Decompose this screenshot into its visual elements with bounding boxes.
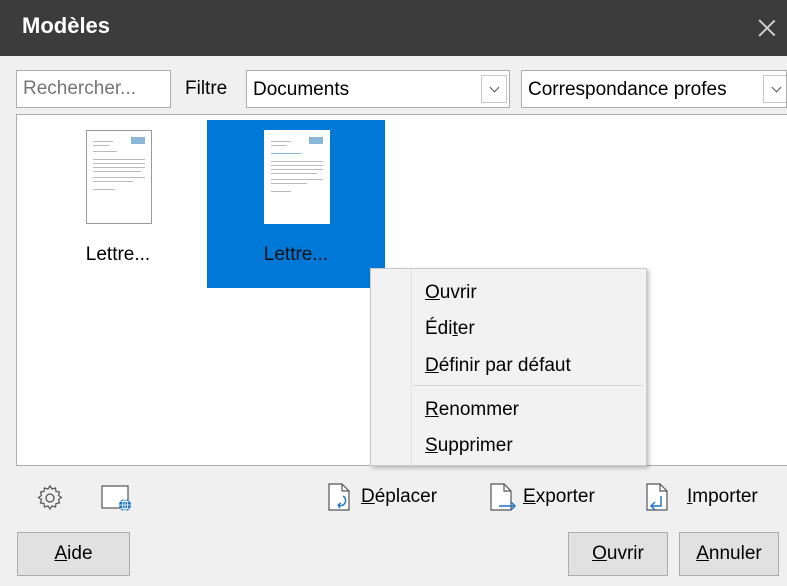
template-item[interactable]: Lettre...	[29, 120, 207, 288]
filter-label: Filtre	[185, 78, 228, 99]
title-bar: Modèles	[0, 0, 787, 56]
chevron-down-icon[interactable]	[763, 75, 786, 103]
template-label: Lettre...	[85, 244, 151, 265]
search-input[interactable]	[16, 70, 171, 108]
export-label: Exporter	[523, 486, 595, 507]
move-button[interactable]: Déplacer	[327, 482, 467, 514]
template-item-selected[interactable]: Lettre...	[207, 120, 385, 288]
close-icon[interactable]	[754, 15, 780, 41]
help-button[interactable]: Aide	[17, 532, 130, 576]
window-title: Modèles	[22, 13, 111, 38]
export-icon	[490, 483, 516, 511]
import-icon	[646, 483, 668, 511]
filter-dropdown[interactable]: Documents	[246, 70, 510, 108]
web-document-icon[interactable]	[101, 484, 133, 512]
menu-separator	[414, 385, 643, 386]
move-label: Déplacer	[361, 486, 438, 507]
move-document-icon	[328, 483, 350, 511]
cancel-button[interactable]: Annuler	[679, 532, 779, 576]
category-dropdown[interactable]: Correspondance profes	[521, 70, 787, 108]
menu-item-delete[interactable]: Supprimer	[425, 435, 513, 457]
import-label: Importer	[687, 486, 758, 507]
chevron-down-icon[interactable]	[481, 75, 507, 103]
context-menu: Ouvrir Éditer Définir par défaut Renomme…	[370, 268, 647, 466]
menu-item-edit[interactable]: Éditer	[425, 318, 475, 340]
export-button[interactable]: Exporter	[489, 482, 629, 514]
template-label: Lettre...	[263, 244, 329, 265]
menu-gutter	[411, 269, 412, 465]
menu-item-open[interactable]: Ouvrir	[425, 282, 477, 304]
menu-item-rename[interactable]: Renommer	[425, 399, 519, 421]
filter-dropdown-value: Documents	[253, 79, 350, 100]
document-thumbnail	[86, 130, 152, 224]
gear-icon[interactable]	[36, 484, 64, 512]
document-thumbnail	[264, 130, 330, 224]
open-button[interactable]: Ouvrir	[568, 532, 668, 576]
category-dropdown-value: Correspondance profes	[528, 79, 727, 100]
menu-item-set-default[interactable]: Définir par défaut	[425, 355, 571, 377]
import-button[interactable]: Importer	[645, 482, 785, 514]
